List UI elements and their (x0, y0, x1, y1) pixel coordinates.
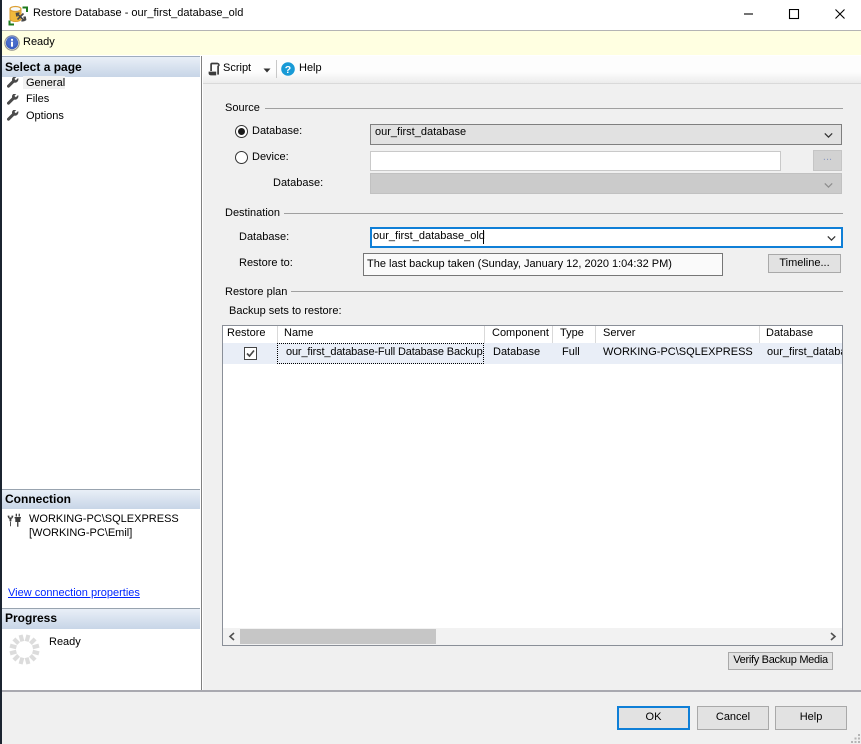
svg-text:?: ? (285, 64, 291, 76)
